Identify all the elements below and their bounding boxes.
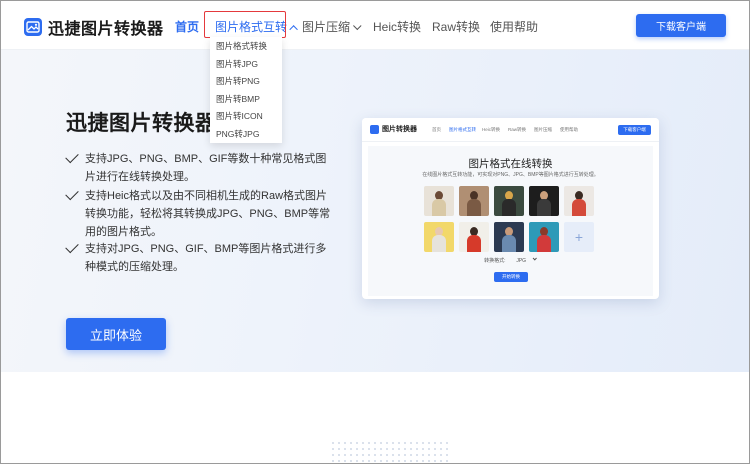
preview-thumbnail [529, 186, 559, 216]
preview-title: 图片格式在线转换 [468, 158, 553, 170]
preview-nav-item: Heic转换 [482, 127, 501, 132]
dropdown-item[interactable]: PNG转JPG [210, 126, 282, 144]
decorative-dot-pattern [330, 440, 450, 464]
preview-thumbnail [529, 222, 559, 252]
image-logo-icon [24, 18, 42, 36]
person-figure [467, 199, 481, 216]
person-figure [502, 199, 516, 216]
person-figure [432, 199, 446, 216]
preview-logo-icon [370, 125, 379, 134]
nav-compress[interactable]: 图片压缩 [302, 18, 362, 35]
person-figure [572, 199, 586, 216]
nav-raw[interactable]: Raw转换 [432, 18, 480, 35]
preview-start-button: 开始转换 [494, 272, 528, 282]
preview-body: 图片格式在线转换 在线图片格式互转功能，可实现对PNG、JPG、BMP等图片格式… [368, 146, 653, 296]
preview-nav-item: 图片格式互转 [449, 127, 476, 132]
add-image-icon: + [564, 222, 594, 252]
preview-thumbnail [494, 222, 524, 252]
preview-download-button: 下载客户端 [618, 125, 651, 135]
person-figure [537, 199, 551, 216]
preview-format-row: 转换格式: JPG [368, 256, 653, 264]
preview-logo-text: 图片转换器 [382, 126, 417, 133]
highlight-box [204, 11, 286, 38]
person-figure [537, 235, 551, 252]
preview-header: 图片转换器 首页 图片格式互转 Heic转换 Raw转换 图片压缩 使用帮助 下… [362, 118, 659, 142]
chevron-down-icon [353, 21, 362, 31]
hero-title: 迅捷图片转换器 [66, 112, 217, 135]
download-client-button[interactable]: 下载客户端 [636, 14, 726, 37]
top-header: 迅捷图片转换器 首页 图片格式互转 图片压缩 Heic转换 Raw转换 使用帮助… [0, 0, 750, 50]
preview-nav-item: Raw转换 [508, 127, 527, 132]
feature-text: 支持对JPG、PNG、GIF、BMP等图片格式进行多种模式的压缩处理。 [85, 243, 327, 273]
chevron-down-icon [532, 256, 537, 261]
app-name: 迅捷图片转换器 [48, 21, 164, 38]
feature-item: 支持对JPG、PNG、GIF、BMP等图片格式进行多种模式的压缩处理。 [65, 239, 331, 276]
format-convert-dropdown: 图片格式转换 图片转JPG 图片转PNG 图片转BMP 图片转ICON PNG转… [210, 37, 282, 143]
nav-compress-label: 图片压缩 [302, 20, 351, 34]
preview-thumbnail [494, 186, 524, 216]
dropdown-item[interactable]: 图片转PNG [210, 73, 282, 91]
try-now-button[interactable]: 立即体验 [66, 318, 166, 350]
preview-thumbnail [424, 222, 454, 252]
preview-subtitle: 在线图片格式互转功能，可实现对PNG、JPG、BMP等图片格式进行互转处理。 [422, 172, 599, 178]
dropdown-item[interactable]: 图片转BMP [210, 91, 282, 109]
feature-text: 支持Heic格式以及由不同相机生成的Raw格式图片转换功能，轻松将其转换成JPG… [85, 190, 331, 238]
preview-format-label: 转换格式: [484, 258, 506, 264]
preview-nav-item: 图片压缩 [534, 127, 552, 132]
preview-thumbnail [459, 186, 489, 216]
feature-text: 支持JPG、PNG、BMP、GIF等数十种常见格式图片进行在线转换处理。 [85, 153, 327, 183]
preview-thumbnail [424, 186, 454, 216]
dropdown-item[interactable]: 图片转ICON [210, 108, 282, 126]
person-figure [502, 235, 516, 252]
dropdown-item[interactable]: 图片格式转换 [210, 38, 282, 56]
nav-heic[interactable]: Heic转换 [373, 18, 421, 35]
product-preview: 图片转换器 首页 图片格式互转 Heic转换 Raw转换 图片压缩 使用帮助 下… [362, 118, 659, 299]
nav-help[interactable]: 使用帮助 [490, 18, 538, 35]
preview-format-value: JPG [516, 258, 527, 264]
preview-thumbnail [459, 222, 489, 252]
dropdown-item[interactable]: 图片转JPG [210, 56, 282, 74]
person-figure [432, 235, 446, 252]
preview-thumbnail [564, 186, 594, 216]
chevron-up-icon [289, 25, 298, 34]
person-figure [467, 235, 481, 252]
preview-nav-item: 首页 [432, 127, 441, 132]
logo[interactable]: 迅捷图片转换器 [24, 15, 164, 39]
preview-nav-item: 使用帮助 [560, 127, 578, 132]
feature-item: 支持Heic格式以及由不同相机生成的Raw格式图片转换功能，轻松将其转换成JPG… [65, 186, 331, 241]
nav-home[interactable]: 首页 [175, 18, 199, 35]
feature-item: 支持JPG、PNG、BMP、GIF等数十种常见格式图片进行在线转换处理。 [65, 149, 331, 186]
